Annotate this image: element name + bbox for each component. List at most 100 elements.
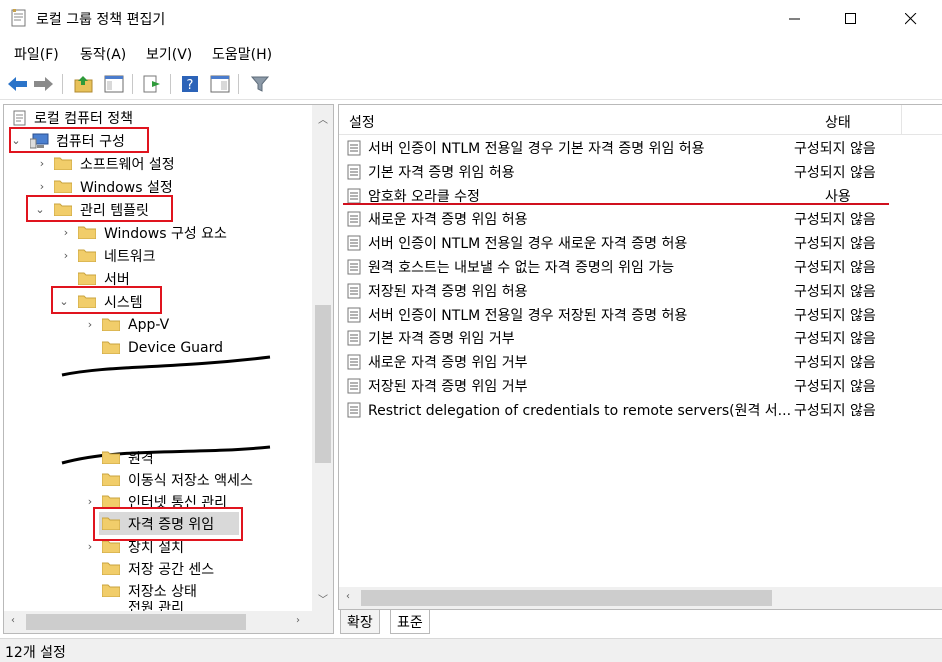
properties-view-button[interactable] [208,72,232,96]
setting-row[interactable]: 새로운 자격 증명 위임 거부 구성되지 않음 [339,350,942,373]
setting-name: 새로운 자격 증명 위임 거부 [368,355,528,372]
folder-icon [102,584,120,597]
scrollbar-thumb[interactable] [26,614,246,630]
chevron-right-icon[interactable]: › [36,157,48,170]
help-icon: ? [182,76,198,93]
setting-name: 서버 인증이 NTLM 전용일 경우 기본 자격 증명 위임 허용 [368,141,705,157]
tree-item-remote-partial[interactable]: 원격 [4,446,312,469]
highlight-credentials-delegation [93,507,243,541]
setting-row[interactable]: 새로운 자격 증명 위임 허용 구성되지 않음 [339,207,942,230]
chevron-right-icon[interactable]: › [60,249,72,262]
policy-setting-icon [347,235,361,251]
setting-row[interactable]: 서버 인증이 NTLM 전용일 경우 저장된 자격 증명 허용 구성되지 않음 [339,303,942,326]
folder-icon [102,318,120,331]
tree-item-windows-components[interactable]: › Windows 구성 요소 [4,221,312,244]
list-horizontal-scrollbar[interactable]: ‹ [339,587,942,609]
scroll-left-icon[interactable]: ‹ [11,615,15,626]
scroll-left-icon[interactable]: ‹ [346,591,350,602]
scroll-right-icon[interactable]: › [296,615,300,626]
tab-standard[interactable]: 표준 [390,610,430,634]
chevron-right-icon[interactable]: › [84,540,96,553]
setting-row[interactable]: 서버 인증이 NTLM 전용일 경우 새로운 자격 증명 허용 구성되지 않음 [339,231,942,254]
status-bar: 12개 설정 [0,638,942,662]
chevron-right-icon[interactable]: › [84,495,96,508]
tree-item-storage-sense[interactable]: 저장 공간 센스 [4,557,312,580]
filter-button[interactable] [248,72,272,96]
export-list-button[interactable] [140,72,164,96]
setting-row[interactable]: 기본 자격 증명 위임 허용 구성되지 않음 [339,160,942,183]
policy-setting-icon [347,402,361,418]
help-button[interactable]: ? [178,72,202,96]
policy-setting-icon [347,378,361,394]
export-icon [143,75,160,93]
chevron-right-icon[interactable]: › [36,180,48,193]
tree-vertical-scrollbar[interactable]: ︿ ﹀ [312,105,333,611]
setting-state: 구성되지 않음 [794,236,876,253]
toolbar-separator [62,74,63,94]
tree-item-network[interactable]: › 네트워크 [4,244,312,267]
setting-row[interactable]: 저장된 자격 증명 위임 거부 구성되지 않음 [339,374,942,397]
policy-setting-icon [347,140,361,156]
tree-horizontal-scrollbar[interactable]: ‹ › [4,611,312,633]
scrollbar-thumb[interactable] [361,590,772,606]
folder-icon [102,562,120,575]
minimize-button[interactable] [772,0,818,38]
setting-state: 구성되지 않음 [794,355,876,372]
tree-label-storage-sense: 저장 공간 센스 [128,561,215,578]
window-title: 로컬 그룹 정책 편집기 [36,12,166,28]
filter-icon [251,76,269,92]
folder-icon [54,157,72,170]
menu-bar: 파일(F) 동작(A) 보기(V) 도움말(H) [0,38,942,68]
tree-label-root: 로컬 컴퓨터 정책 [34,110,134,127]
folder-icon [78,249,96,262]
column-divider[interactable] [901,105,902,135]
close-button[interactable] [888,0,934,38]
tree-item-root[interactable]: 로컬 컴퓨터 정책 [4,106,312,129]
policy-setting-icon [347,164,361,180]
setting-state: 구성되지 않음 [794,331,876,348]
setting-row[interactable]: 저장된 자격 증명 위임 허용 구성되지 않음 [339,279,942,302]
chevron-right-icon[interactable]: › [84,318,96,331]
setting-row[interactable]: 서버 인증이 NTLM 전용일 경우 기본 자격 증명 위임 허용 구성되지 않음 [339,136,942,159]
scrollbar-thumb[interactable] [315,305,331,463]
tree-item-power-partial[interactable]: 전원 관리 [4,601,312,611]
scroll-up-icon[interactable]: ︿ [318,111,328,126]
menu-view[interactable]: 보기(V) [146,44,192,64]
setting-state: 구성되지 않음 [794,283,876,300]
tree-item-software-settings[interactable]: › 소프트웨어 설정 [4,152,312,175]
folder-icon [102,495,120,508]
toolbar-separator [238,74,239,94]
tree-item-app-v[interactable]: › App-V [4,313,312,336]
tree-label-software-settings: 소프트웨어 설정 [80,156,175,173]
redaction-scribble [61,355,271,377]
up-level-button[interactable] [72,72,96,96]
column-header-setting[interactable]: 설정 [349,112,375,132]
tree-label-remote: 원격 [128,450,154,467]
scroll-corner [312,611,333,633]
tree-item-storage-health[interactable]: 저장소 상태 [4,579,312,602]
column-header-state[interactable]: 상태 [825,112,851,132]
menu-help[interactable]: 도움말(H) [212,44,272,64]
policy-setting-icon [347,330,361,346]
maximize-button[interactable] [828,0,874,38]
tree-item-removable-storage[interactable]: 이동식 저장소 액세스 [4,468,312,491]
chevron-right-icon[interactable]: › [60,226,72,239]
forward-button[interactable] [32,72,56,96]
folder-up-icon [74,76,93,93]
setting-name: 원격 호스트는 내보낼 수 없는 자격 증명의 위임 가능 [368,260,675,276]
window-view-icon [210,75,230,93]
policy-setting-icon [347,259,361,275]
tab-extended[interactable]: 확장 [340,610,380,634]
setting-row[interactable]: 기본 자격 증명 위임 거부 구성되지 않음 [339,326,942,349]
setting-row[interactable]: Restrict delegation of credentials to re… [339,398,942,421]
setting-state: 구성되지 않음 [794,402,876,419]
menu-file[interactable]: 파일(F) [14,44,59,64]
setting-name: 기본 자격 증명 위임 허용 [368,164,515,181]
scroll-down-icon[interactable]: ﹀ [318,591,328,606]
back-button[interactable] [6,72,30,96]
policy-setting-icon [347,354,361,370]
menu-action[interactable]: 동작(A) [80,44,126,64]
show-hide-tree-button[interactable] [102,72,126,96]
setting-name: 서버 인증이 NTLM 전용일 경우 새로운 자격 증명 허용 [368,236,688,253]
setting-row[interactable]: 원격 호스트는 내보낼 수 없는 자격 증명의 위임 가능 구성되지 않음 [339,255,942,278]
